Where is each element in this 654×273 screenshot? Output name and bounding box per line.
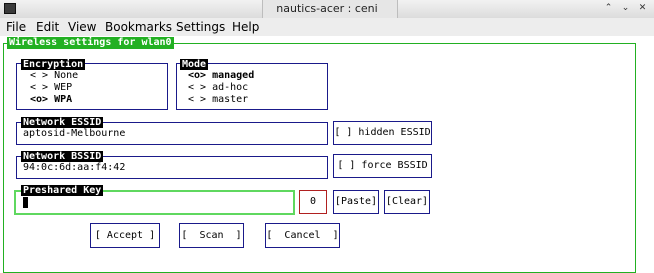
encryption-wep-radio[interactable]: < > WEP <box>30 82 72 93</box>
menu-view[interactable]: View <box>68 20 96 34</box>
clear-button[interactable]: [Clear] <box>384 190 430 214</box>
menu-edit[interactable]: Edit <box>36 20 59 34</box>
menu-help[interactable]: Help <box>232 20 259 34</box>
scan-button[interactable]: [ Scan ] <box>179 223 244 248</box>
psk-label: Preshared Key <box>21 185 104 196</box>
menu-bar: File Edit View Bookmarks Settings Help <box>0 18 654 36</box>
dialog-title: Wireless settings for wlan0 <box>7 37 174 49</box>
close-icon[interactable]: ✕ <box>636 2 649 15</box>
hidden-essid-checkbox[interactable]: [ ] hidden ESSID <box>333 121 432 145</box>
psk-length-counter: 0 <box>299 190 327 214</box>
encryption-label: Encryption <box>21 59 86 70</box>
encryption-none-radio[interactable]: < > None <box>30 70 78 81</box>
terminal-area: Wireless settings for wlan0 Encryption <… <box>0 36 654 273</box>
force-bssid-checkbox[interactable]: [ ] force BSSID <box>333 154 432 178</box>
menu-bookmarks[interactable]: Bookmarks <box>105 20 172 34</box>
mode-label: Mode <box>180 59 209 70</box>
menu-settings[interactable]: Settings <box>176 20 225 34</box>
menu-file[interactable]: File <box>6 20 26 34</box>
essid-label: Network ESSID <box>21 117 104 128</box>
essid-value: aptosid-Melbourne <box>23 128 126 139</box>
window-title: nautics-acer : ceni <box>276 2 378 15</box>
encryption-wpa-radio[interactable]: <o> WPA <box>30 94 72 105</box>
bssid-value: 94:0c:6d:aa:f4:42 <box>23 162 126 173</box>
mode-adhoc-radio[interactable]: < > ad-hoc <box>188 82 248 93</box>
mode-managed-radio[interactable]: <o> managed <box>188 70 254 81</box>
mode-master-radio[interactable]: < > master <box>188 94 248 105</box>
window-titlebar: nautics-acer : ceni ⌃ ⌄ ✕ <box>0 0 654 19</box>
text-cursor <box>23 197 28 208</box>
maximize-icon[interactable]: ⌄ <box>619 2 632 15</box>
bssid-label: Network BSSID <box>21 151 104 162</box>
cancel-button[interactable]: [ Cancel ] <box>265 223 340 248</box>
paste-button[interactable]: [Paste] <box>333 190 379 214</box>
accept-button[interactable]: [ Accept ] <box>90 223 160 248</box>
minimize-icon[interactable]: ⌃ <box>602 2 615 15</box>
